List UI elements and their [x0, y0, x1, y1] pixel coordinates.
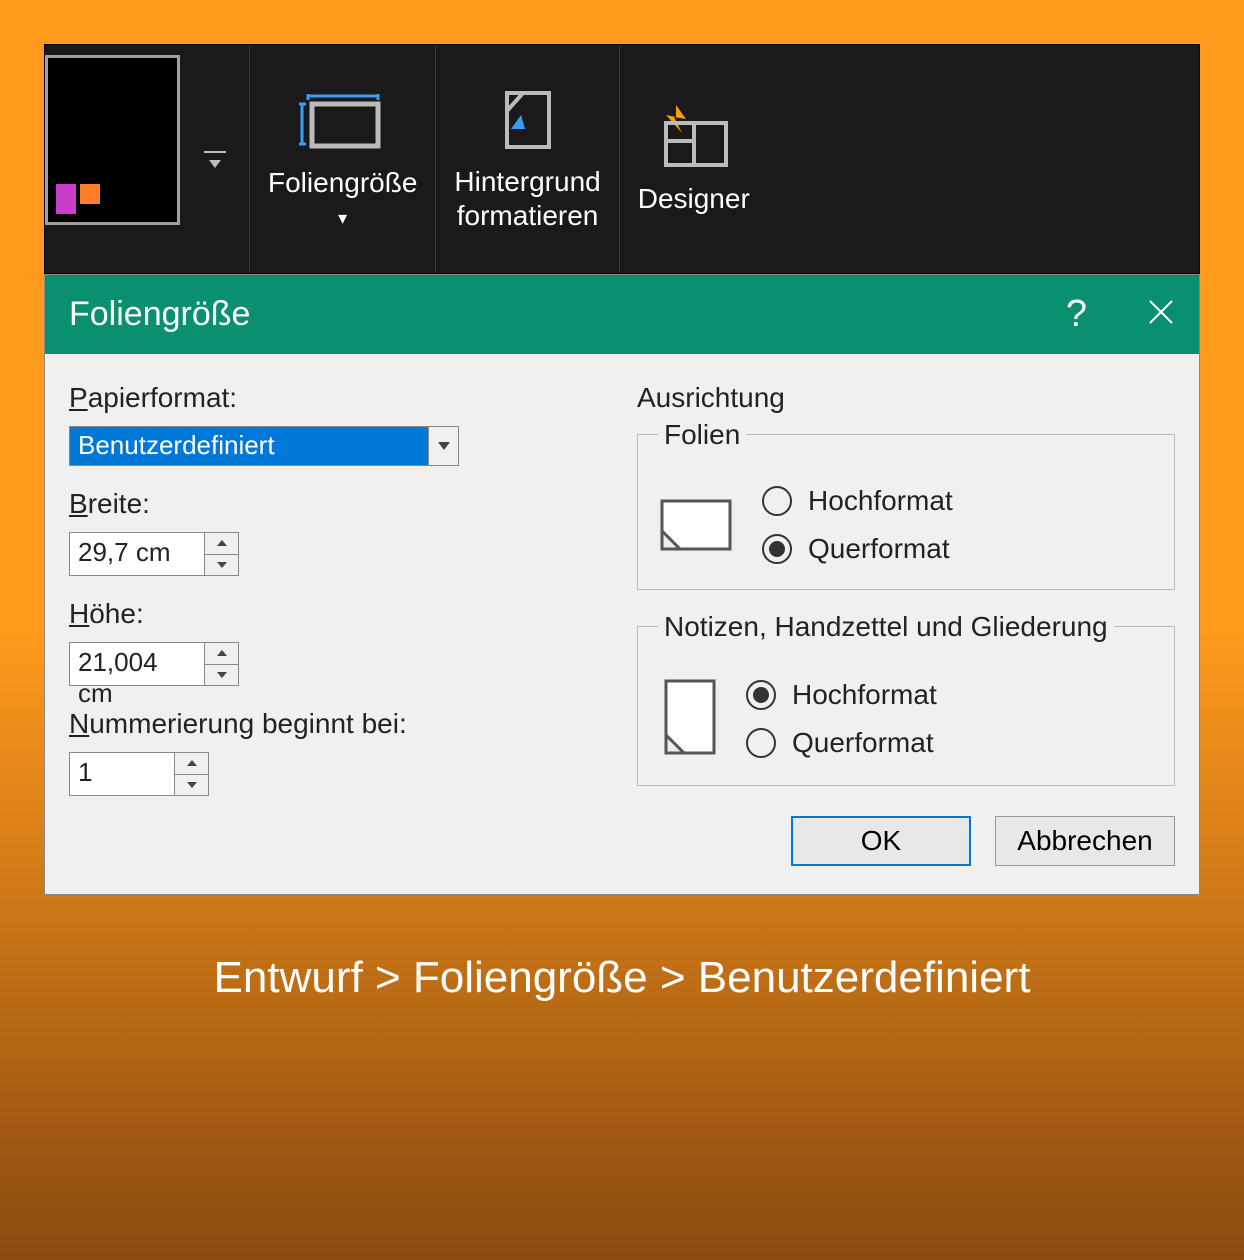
width-value[interactable]: 29,7 cm: [70, 533, 204, 575]
thumb-bar-1: [56, 184, 76, 214]
dialog-titlebar: Foliengröße ?: [45, 275, 1199, 354]
gallery-more-button[interactable]: [180, 45, 250, 273]
width-increment[interactable]: [205, 533, 238, 555]
slides-landscape-radio[interactable]: Querformat: [762, 533, 953, 565]
chevron-down-icon: [216, 561, 228, 569]
height-spinner[interactable]: 21,004 cm: [69, 642, 239, 686]
slides-legend: Folien: [658, 419, 746, 451]
slide-size-label: Foliengröße: [268, 167, 417, 198]
numbering-decrement[interactable]: [175, 775, 208, 796]
radio-selected-icon: [762, 534, 792, 564]
dialog-title-text: Foliengröße: [69, 295, 250, 334]
ok-button[interactable]: OK: [791, 816, 971, 866]
slide-size-dialog: Foliengröße ? Papierformat: Benutzerdefi…: [44, 274, 1200, 895]
portrait-page-icon: [658, 677, 722, 761]
slide-thumbnail[interactable]: [45, 55, 180, 225]
slides-orientation-group: Folien Hochformat Querformat: [637, 434, 1175, 590]
height-value[interactable]: 21,004 cm: [70, 643, 204, 685]
format-background-label-1: Hintergrund: [454, 166, 600, 197]
designer-icon: [654, 103, 734, 173]
chevron-down-icon: [186, 781, 198, 789]
radio-icon: [746, 728, 776, 758]
chevron-up-icon: [216, 649, 228, 657]
cancel-button[interactable]: Abbrechen: [995, 816, 1175, 866]
paper-format-combo[interactable]: Benutzerdefiniert: [69, 426, 459, 466]
breadcrumb-caption: Entwurf > Foliengröße > Benutzerdefinier…: [44, 953, 1200, 1003]
right-column: Ausrichtung Folien Hochformat: [637, 382, 1175, 796]
paper-format-value: Benutzerdefiniert: [70, 427, 428, 465]
width-label: Breite:: [69, 488, 607, 520]
numbering-increment[interactable]: [175, 753, 208, 775]
notes-legend: Notizen, Handzettel und Gliederung: [658, 611, 1114, 643]
notes-landscape-radio[interactable]: Querformat: [746, 727, 937, 759]
more-icon: [200, 144, 230, 174]
width-spinner[interactable]: 29,7 cm: [69, 532, 239, 576]
help-button[interactable]: ?: [1066, 293, 1087, 336]
slide-size-icon: [298, 92, 388, 152]
notes-portrait-radio[interactable]: Hochformat: [746, 679, 937, 711]
width-decrement[interactable]: [205, 555, 238, 576]
left-column: Papierformat: Benutzerdefiniert Breite: …: [69, 382, 607, 796]
numbering-label: Nummerierung beginnt bei:: [69, 708, 607, 740]
portrait-label: Hochformat: [792, 679, 937, 711]
chevron-down-icon: [216, 671, 228, 679]
format-background-label-2: formatieren: [457, 200, 599, 231]
chevron-up-icon: [216, 539, 228, 547]
radio-selected-icon: [746, 680, 776, 710]
radio-icon: [762, 486, 792, 516]
chevron-down-icon: ▾: [338, 208, 347, 228]
orientation-label: Ausrichtung: [637, 382, 1175, 414]
numbering-spinner[interactable]: 1: [69, 752, 209, 796]
format-background-icon: [493, 85, 563, 155]
close-icon: [1147, 298, 1175, 326]
slides-portrait-radio[interactable]: Hochformat: [762, 485, 953, 517]
close-button[interactable]: [1147, 293, 1175, 336]
designer-button[interactable]: Designer: [620, 45, 768, 273]
height-label: Höhe:: [69, 598, 607, 630]
numbering-value[interactable]: 1: [70, 753, 174, 795]
thumb-bar-2: [80, 184, 100, 204]
chevron-down-icon: [437, 441, 451, 451]
combo-dropdown-button[interactable]: [428, 427, 458, 465]
landscape-label: Querformat: [808, 533, 950, 565]
landscape-page-icon: [658, 493, 738, 557]
height-decrement[interactable]: [205, 665, 238, 686]
ribbon: Foliengröße ▾ Hintergrund formatieren De: [44, 44, 1200, 274]
landscape-label: Querformat: [792, 727, 934, 759]
slide-size-button[interactable]: Foliengröße ▾: [250, 45, 436, 273]
paper-format-label: Papierformat:: [69, 382, 607, 414]
height-increment[interactable]: [205, 643, 238, 665]
notes-orientation-group: Notizen, Handzettel und Gliederung Hochf…: [637, 626, 1175, 786]
portrait-label: Hochformat: [808, 485, 953, 517]
format-background-button[interactable]: Hintergrund formatieren: [436, 45, 619, 273]
designer-label: Designer: [638, 183, 750, 215]
chevron-up-icon: [186, 759, 198, 767]
